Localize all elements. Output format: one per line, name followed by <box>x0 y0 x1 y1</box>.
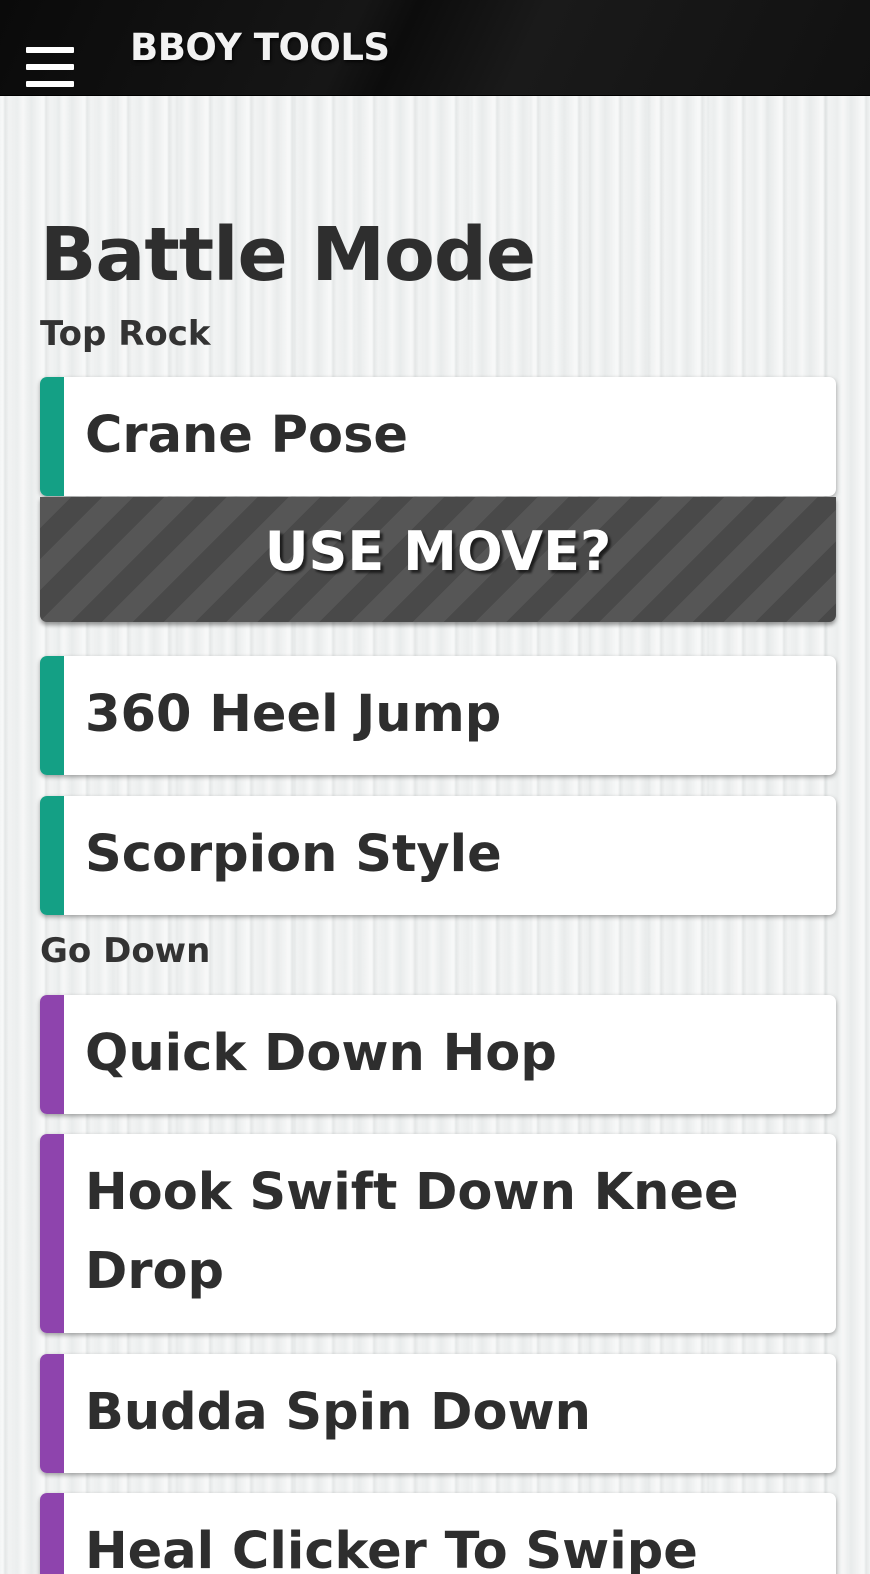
category-stripe <box>40 1493 64 1574</box>
move-name: Hook Swift Down Knee Drop <box>85 1163 739 1301</box>
move-name: Scorpion Style <box>85 825 502 884</box>
page-title: Battle Mode <box>40 212 536 298</box>
move-name: Crane Pose <box>85 406 409 465</box>
hamburger-menu-icon[interactable] <box>26 47 74 89</box>
move-card-360-heel-jump[interactable]: 360 Heel Jump <box>40 656 836 775</box>
app-title: BBOY TOOLS <box>130 26 390 69</box>
category-stripe <box>40 656 64 775</box>
category-stripe <box>40 377 64 496</box>
use-move-label: USE MOVE? <box>264 520 612 583</box>
move-name: Heal Clicker To Swipe <box>85 1522 698 1574</box>
move-card-heal-clicker-to-swipe[interactable]: Heal Clicker To Swipe <box>40 1493 836 1574</box>
move-name: 360 Heel Jump <box>85 685 502 744</box>
move-card-crane-pose[interactable]: Crane Pose <box>40 377 836 496</box>
move-card-hook-swift-down-knee-drop[interactable]: Hook Swift Down Knee Drop <box>40 1134 836 1333</box>
category-stripe <box>40 796 64 915</box>
move-card-scorpion-style[interactable]: Scorpion Style <box>40 796 836 915</box>
section-label-top-rock: Top Rock <box>40 314 211 354</box>
move-card-budda-spin-down[interactable]: Budda Spin Down <box>40 1354 836 1473</box>
move-card-quick-down-hop[interactable]: Quick Down Hop <box>40 995 836 1114</box>
category-stripe <box>40 1354 64 1473</box>
section-label-go-down: Go Down <box>40 931 211 971</box>
category-stripe <box>40 995 64 1114</box>
category-stripe <box>40 1134 64 1333</box>
app-header: BBOY TOOLS <box>0 0 870 96</box>
move-name: Budda Spin Down <box>85 1383 591 1442</box>
use-move-button[interactable]: USE MOVE? <box>40 497 836 622</box>
move-name: Quick Down Hop <box>85 1024 557 1083</box>
